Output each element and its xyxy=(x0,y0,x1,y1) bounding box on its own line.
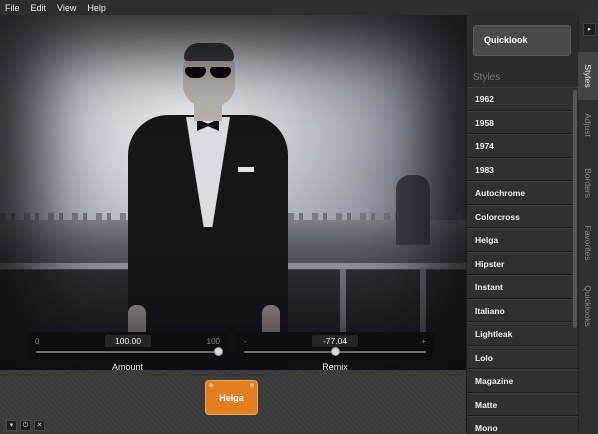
tab-quicklooks[interactable]: Quicklooks xyxy=(578,274,598,338)
style-item[interactable]: Instant xyxy=(467,275,578,299)
amount-slider-track[interactable] xyxy=(36,351,218,353)
power-icon[interactable]: ⏻ xyxy=(20,420,31,431)
menu-view[interactable]: View xyxy=(52,3,82,13)
remix-max-label: + xyxy=(421,337,426,346)
remix-slider-panel: - + -77.04 xyxy=(236,332,434,360)
remix-min-label: - xyxy=(244,337,247,346)
tab-styles[interactable]: Styles xyxy=(578,52,598,100)
tab-favorites[interactable]: Favorites xyxy=(578,212,598,274)
style-item[interactable]: 1983 xyxy=(467,157,578,181)
photo-preview[interactable] xyxy=(0,15,466,370)
remix-slider-thumb[interactable] xyxy=(330,347,340,356)
chip-dot-icon xyxy=(209,383,213,387)
menu-edit[interactable]: Edit xyxy=(26,3,53,13)
style-item[interactable]: Matte xyxy=(467,392,578,416)
selected-style-chip[interactable]: Helga xyxy=(205,380,258,415)
menu-file[interactable]: File xyxy=(0,3,26,13)
menu-dropdown-icon[interactable]: ▾ xyxy=(6,420,17,431)
style-item[interactable]: Magazine xyxy=(467,369,578,393)
selected-style-label: Helga xyxy=(219,393,244,403)
amount-min-label: 0 xyxy=(35,337,40,346)
style-item[interactable]: Italiano xyxy=(467,298,578,322)
chip-dot-icon xyxy=(250,383,254,387)
style-item[interactable]: Helga xyxy=(467,228,578,252)
amount-value-field[interactable]: 100.00 xyxy=(105,335,151,347)
style-item[interactable]: Mono xyxy=(467,416,578,434)
style-item[interactable]: Hipster xyxy=(467,251,578,275)
menu-help[interactable]: Help xyxy=(82,3,112,13)
style-item[interactable]: Autochrome xyxy=(467,181,578,205)
tab-adjust[interactable]: Adjust xyxy=(578,104,598,146)
style-list: 1962 1958 1974 1983 Autochrome Colorcross Helg… xyxy=(467,87,578,434)
close-icon[interactable]: ✕ xyxy=(34,420,45,431)
styles-heading: Styles xyxy=(473,72,501,83)
expand-arrow-icon[interactable]: ▸ xyxy=(583,23,596,36)
menu-bar: File Edit View Help xyxy=(0,0,598,15)
amount-slider-thumb[interactable] xyxy=(213,347,223,356)
tab-borders[interactable]: Borders xyxy=(578,158,598,208)
style-item[interactable]: 1958 xyxy=(467,110,578,134)
quicklook-button[interactable]: Quicklook xyxy=(473,25,571,56)
remix-value-field[interactable]: -77.04 xyxy=(312,335,358,347)
photo-vignette xyxy=(0,15,466,370)
style-item[interactable]: 1962 xyxy=(467,87,578,111)
style-item[interactable]: Lightleak xyxy=(467,322,578,346)
style-item[interactable]: Colorcross xyxy=(467,204,578,228)
style-item[interactable]: Lolo xyxy=(467,345,578,369)
amount-max-label: 100 xyxy=(206,337,220,346)
amount-slider-panel: 0 100 100.00 xyxy=(28,332,227,360)
style-item[interactable]: 1974 xyxy=(467,134,578,158)
style-list-scrollbar[interactable] xyxy=(573,90,577,328)
